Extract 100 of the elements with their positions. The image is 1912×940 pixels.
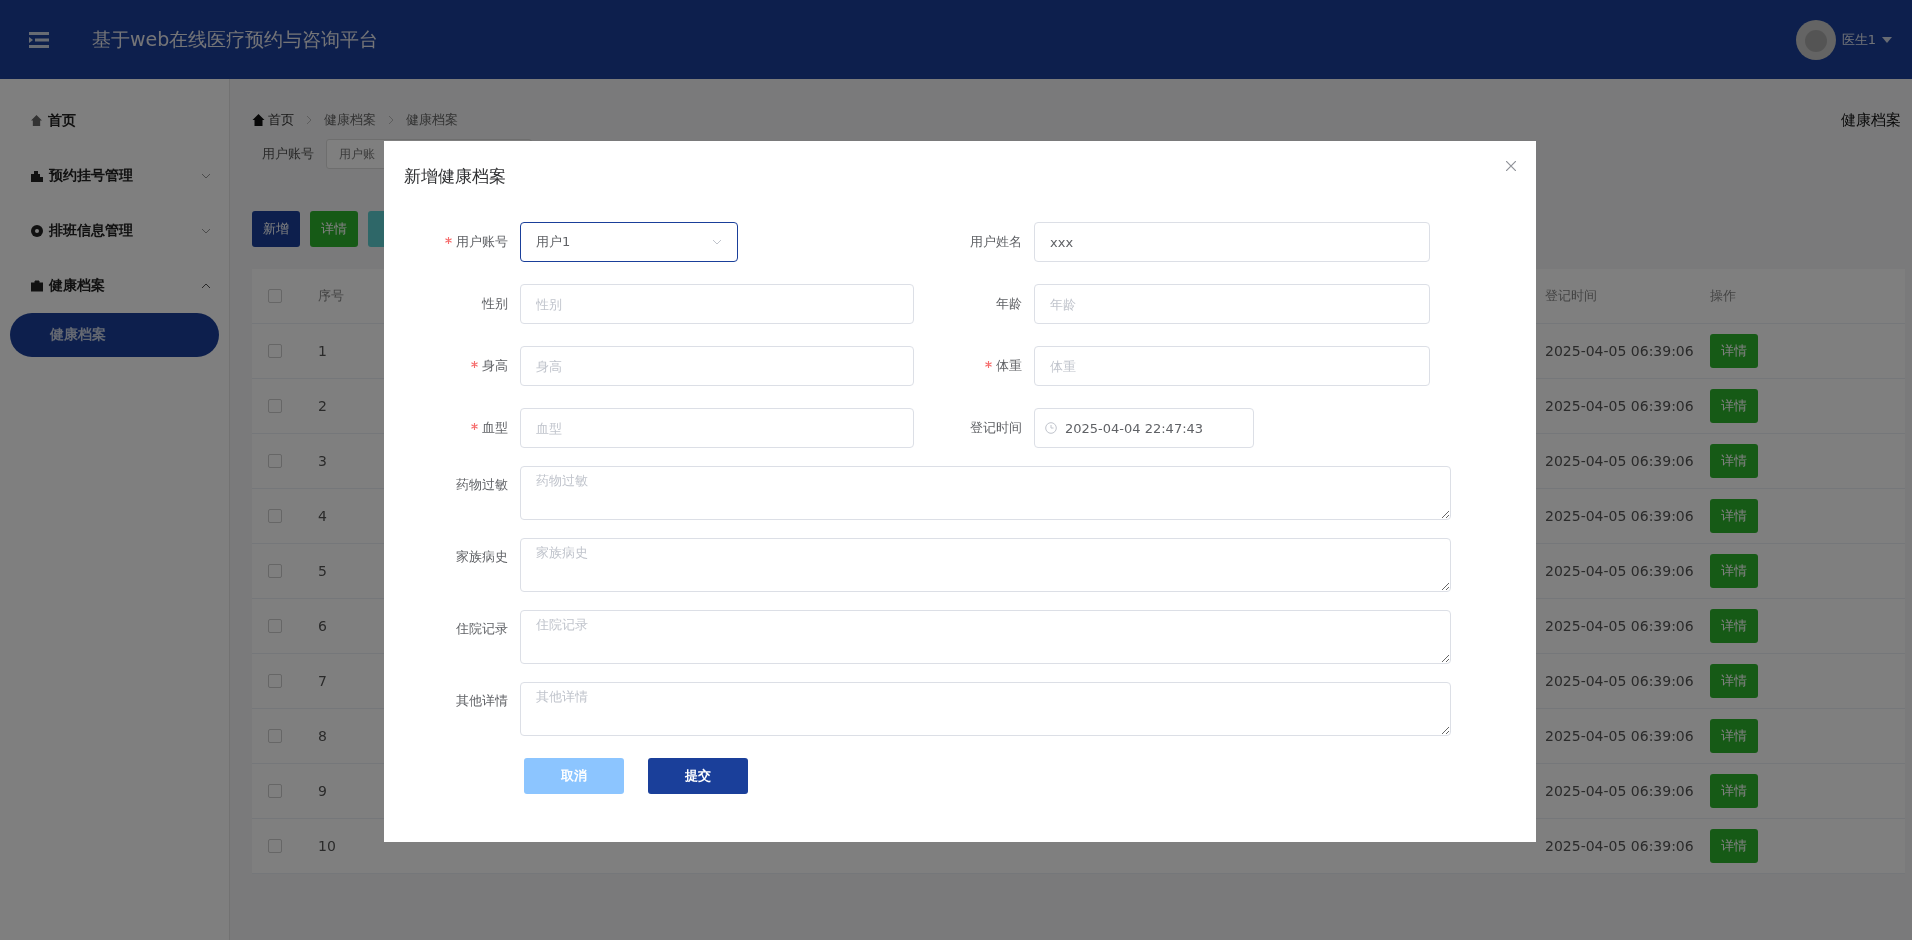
- table-cell: 3: [318, 453, 327, 469]
- table-cell-text: 2025-04-05 06:39:06: [1545, 398, 1695, 414]
- table-cell: 4: [318, 508, 327, 524]
- table-cell: 7: [318, 673, 327, 689]
- detail-button[interactable]: 详情: [1710, 499, 1758, 533]
- checkbox[interactable]: [268, 619, 282, 633]
- detail-button[interactable]: 详情: [1710, 774, 1758, 808]
- building-icon: [31, 169, 43, 182]
- checkbox[interactable]: [268, 839, 282, 853]
- briefcase-icon: [31, 279, 43, 292]
- input-field[interactable]: 身高: [520, 346, 914, 386]
- table-cell: 8: [318, 728, 327, 744]
- detail-button[interactable]: 详情: [1710, 719, 1758, 753]
- close-icon[interactable]: [1506, 161, 1516, 171]
- required-icon: [471, 361, 478, 368]
- detail-button[interactable]: 详情: [1710, 664, 1758, 698]
- cancel-button[interactable]: 取消: [524, 758, 624, 794]
- toolbar-button[interactable]: 新增: [252, 211, 300, 247]
- required-icon: [445, 237, 452, 244]
- select-field[interactable]: 用户1: [520, 222, 738, 262]
- field-label: 年龄: [995, 295, 1023, 313]
- detail-button[interactable]: 详情: [1710, 444, 1758, 478]
- table-cell: 10: [318, 838, 336, 854]
- column-header: 序号: [318, 288, 344, 303]
- toolbar-button[interactable]: 详情: [310, 211, 358, 247]
- table-cell-text: 2025-04-05 06:39:06: [1545, 838, 1695, 854]
- table-cell: 6: [318, 618, 327, 634]
- field-label: 用户账号: [404, 233, 520, 251]
- field-label: 登记时间: [969, 419, 1023, 437]
- chevron-right-icon: [306, 115, 312, 125]
- chevron-down-icon: [712, 239, 722, 245]
- home-icon: [31, 115, 42, 126]
- checkbox[interactable]: [268, 399, 282, 413]
- checkbox[interactable]: [268, 454, 282, 468]
- input-field[interactable]: 体重: [1034, 346, 1430, 386]
- required-icon: [985, 361, 992, 368]
- field-label: 血型: [404, 419, 520, 437]
- table-cell-text: 2025-04-05 06:39:06: [1545, 673, 1695, 689]
- detail-button[interactable]: 详情: [1710, 554, 1758, 588]
- sidebar-item[interactable]: 预约挂号管理: [0, 148, 229, 203]
- field-label: 身高: [404, 357, 520, 375]
- table-cell-text: 2025-04-05 06:39:06: [1545, 563, 1695, 579]
- table-cell-text: 2025-04-05 06:39:06: [1545, 453, 1695, 469]
- field-label: 性别: [481, 295, 509, 313]
- checkbox[interactable]: [268, 289, 282, 303]
- breadcrumb-link[interactable]: 健康档案: [406, 111, 458, 129]
- chevron-right-icon: [388, 115, 394, 125]
- clock-icon: [1045, 422, 1057, 434]
- checkbox[interactable]: [268, 509, 282, 523]
- table-cell: 9: [318, 783, 327, 799]
- column-header: 登记时间: [1545, 287, 1598, 305]
- page-title: 健康档案: [1841, 110, 1901, 130]
- text-area[interactable]: 家族病史: [520, 538, 1451, 592]
- caret-icon[interactable]: [1882, 36, 1892, 43]
- checkbox[interactable]: [268, 674, 282, 688]
- search-label: 用户账号: [262, 145, 314, 163]
- detail-button[interactable]: 详情: [1710, 334, 1758, 368]
- dialog-title: 新增健康档案: [404, 165, 506, 188]
- input-field[interactable]: xxx: [1034, 222, 1430, 262]
- menu-icon[interactable]: [29, 31, 49, 48]
- text-area[interactable]: 住院记录: [520, 610, 1451, 664]
- field-label: 家族病史: [455, 548, 509, 566]
- user-name[interactable]: 医生1: [1841, 30, 1876, 49]
- required-icon: [471, 423, 478, 430]
- sidebar-subitem[interactable]: 健康档案: [10, 313, 219, 357]
- input-field[interactable]: 血型: [520, 408, 914, 448]
- checkbox[interactable]: [268, 784, 282, 798]
- field-label: 体重: [918, 357, 1034, 375]
- sidebar-item[interactable]: 健康档案: [0, 258, 229, 313]
- table-cell-text: 2025-04-05 06:39:06: [1545, 508, 1695, 524]
- field-label: 住院记录: [455, 620, 509, 638]
- table-cell-text: 2025-04-05 06:39:06: [1545, 343, 1695, 359]
- detail-button[interactable]: 详情: [1710, 609, 1758, 643]
- checkbox[interactable]: [268, 344, 282, 358]
- detail-button[interactable]: 详情: [1710, 829, 1758, 863]
- home-icon: [252, 114, 265, 126]
- table-cell-text: 2025-04-05 06:39:06: [1545, 728, 1695, 744]
- field-label: 药物过敏: [455, 476, 509, 494]
- table-cell: 1: [318, 343, 327, 359]
- avatar-icon[interactable]: [1795, 19, 1836, 60]
- checkbox[interactable]: [268, 564, 282, 578]
- app-title: 基于web在线医疗预约与咨询平台: [92, 26, 379, 52]
- table-cell-text: 2025-04-05 06:39:06: [1545, 618, 1695, 634]
- submit-button[interactable]: 提交: [648, 758, 748, 794]
- text-area[interactable]: 其他详情: [520, 682, 1451, 736]
- input-field[interactable]: 性别: [520, 284, 914, 324]
- text-area[interactable]: 药物过敏: [520, 466, 1451, 520]
- field-label: 其他详情: [455, 692, 509, 710]
- table-cell: 2: [318, 398, 327, 414]
- sidebar-item[interactable]: 首页: [0, 93, 229, 148]
- detail-button[interactable]: 详情: [1710, 389, 1758, 423]
- input-field[interactable]: 年龄: [1034, 284, 1430, 324]
- table-cell: 5: [318, 563, 327, 579]
- table-cell-text: 2025-04-05 06:39:06: [1545, 783, 1695, 799]
- breadcrumb-link[interactable]: 健康档案: [324, 111, 376, 129]
- breadcrumb-link[interactable]: 首页: [268, 111, 294, 129]
- field-label: 用户姓名: [969, 233, 1023, 251]
- date-field[interactable]: 2025-04-04 22:47:43: [1034, 408, 1254, 448]
- sidebar-item[interactable]: 排班信息管理: [0, 203, 229, 258]
- checkbox[interactable]: [268, 729, 282, 743]
